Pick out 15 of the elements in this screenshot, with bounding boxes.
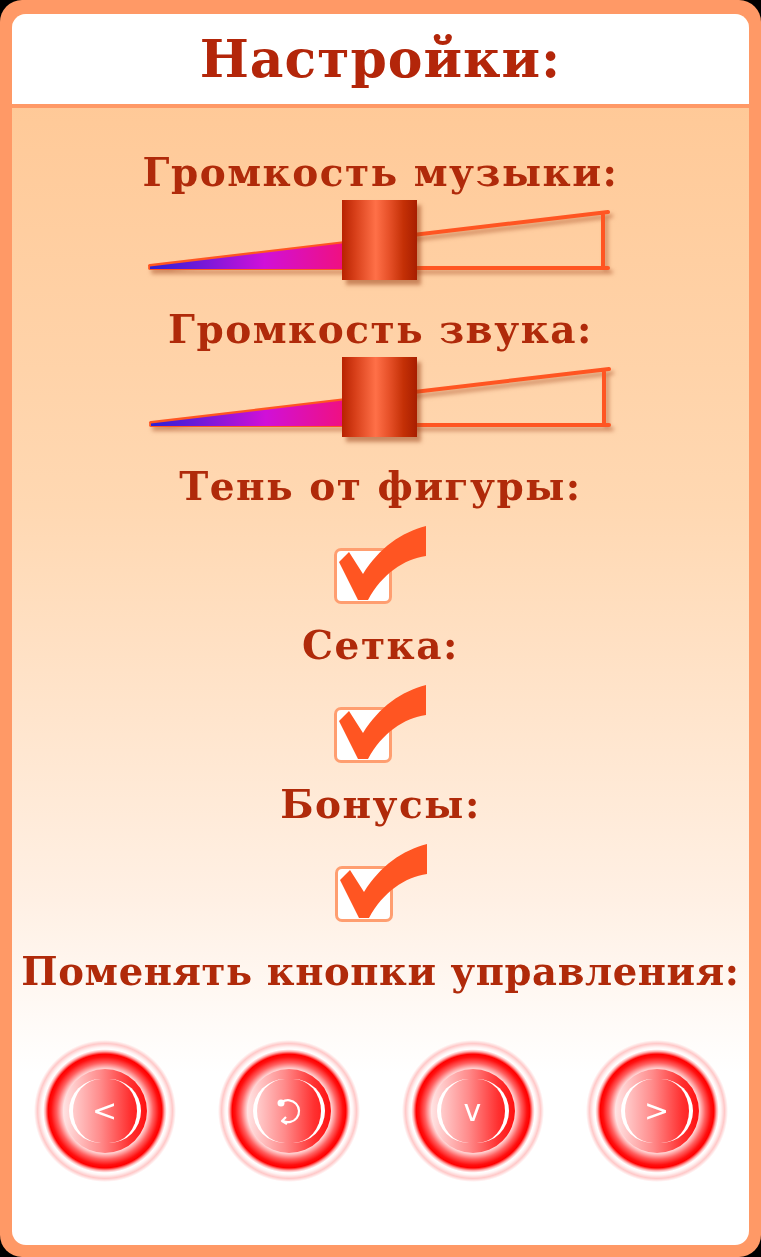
slider-thumb[interactable] <box>342 357 417 437</box>
setting-label: Бонусы: <box>280 781 481 827</box>
setting-label: Тень от фигуры: <box>179 463 582 509</box>
right-button[interactable]: > <box>584 1040 729 1182</box>
setting-label: Громкость музыки: <box>142 149 619 195</box>
slider-thumb[interactable] <box>342 200 417 280</box>
checkbox[interactable] <box>334 685 427 763</box>
checkbox[interactable] <box>334 526 427 604</box>
setting-label: Громкость звука: <box>168 306 593 352</box>
setting-label: Поменять кнопки управления: <box>21 949 740 995</box>
down-button[interactable]: v <box>400 1040 545 1182</box>
window-title: Настройки: <box>199 29 562 89</box>
setting-label: Сетка: <box>302 622 459 668</box>
left-button[interactable]: < <box>32 1040 177 1182</box>
checkbox[interactable] <box>334 844 427 922</box>
